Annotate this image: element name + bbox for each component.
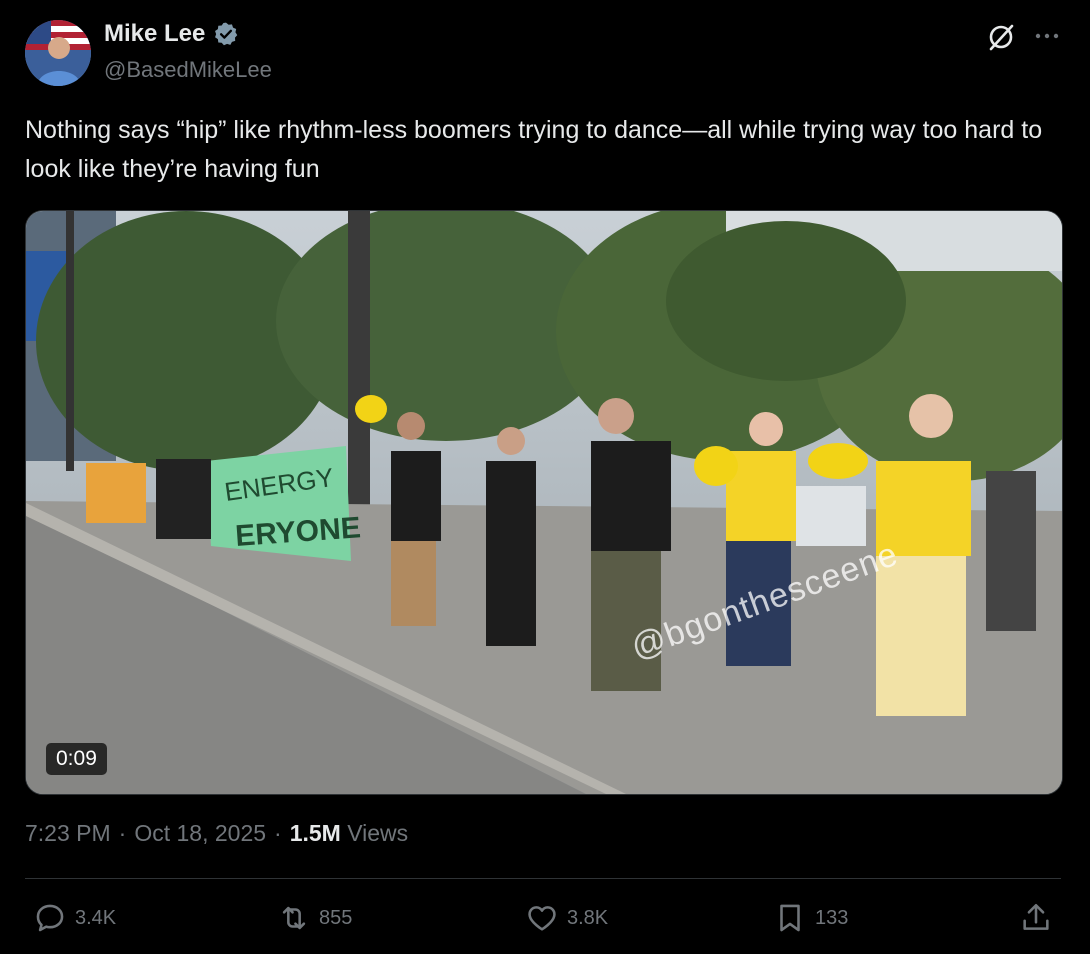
share-button[interactable] (1019, 898, 1053, 938)
reply-icon (36, 904, 64, 932)
repost-icon (282, 906, 306, 930)
tweet-meta: 7:23 PM · Oct 18, 2025 · 1.5M Views (25, 820, 408, 847)
video-player[interactable]: ENERGY ERYONE @bgonthesceene 0:09 (25, 210, 1063, 795)
views-count: 1.5M (289, 820, 341, 846)
meta-separator: · (118, 820, 127, 846)
verified-badge-icon (215, 22, 238, 46)
like-count: 3.8K (567, 906, 609, 929)
repost-count: 855 (319, 906, 353, 929)
divider (25, 878, 1061, 879)
like-button[interactable]: 3.8K (525, 898, 608, 938)
reply-count: 3.4K (75, 906, 117, 929)
video-frame: ENERGY ERYONE (26, 211, 1062, 794)
share-icon (1023, 903, 1049, 930)
bookmark-count: 133 (815, 906, 849, 929)
meta-separator: · (274, 820, 282, 846)
grok-icon[interactable] (986, 22, 1016, 52)
reply-button[interactable]: 3.4K (33, 898, 116, 938)
avatar[interactable] (25, 20, 91, 86)
tweet-time[interactable]: 7:23 PM (25, 820, 111, 847)
author-name[interactable]: Mike Lee (104, 20, 239, 48)
tweet-date[interactable]: Oct 18, 2025 (134, 820, 266, 847)
bookmark-icon (780, 904, 800, 932)
author-name-text[interactable]: Mike Lee (104, 20, 205, 48)
bookmark-button[interactable]: 133 (773, 898, 848, 938)
like-icon (528, 906, 556, 931)
video-duration-badge: 0:09 (46, 743, 107, 775)
views-label: Views (347, 820, 409, 846)
more-icon[interactable] (1032, 26, 1062, 46)
tweet-text: Nothing says “hip” like rhythm-less boom… (25, 116, 1043, 183)
repost-button[interactable]: 855 (277, 898, 352, 938)
author-handle[interactable]: @BasedMikeLee (104, 57, 272, 83)
